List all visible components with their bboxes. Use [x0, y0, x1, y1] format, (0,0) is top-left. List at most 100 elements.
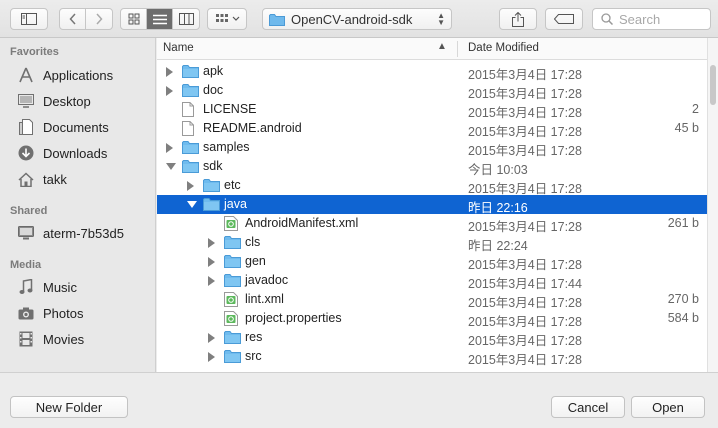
sidebar-toggle-button[interactable] [10, 8, 48, 30]
sidebar-item-label: Downloads [43, 145, 108, 161]
disclosure-open-icon[interactable] [187, 201, 197, 208]
column-header-name[interactable]: Name [163, 42, 194, 54]
sidebar-item-aterm[interactable]: aterm-7b53d5 [16, 223, 124, 243]
open-button[interactable]: Open [631, 396, 705, 418]
disclosure-closed-icon[interactable] [208, 238, 215, 248]
folder-row[interactable]: doc 2015年3月4日 17:28 [157, 81, 707, 101]
icon-view-button[interactable] [121, 9, 147, 29]
search-icon [601, 13, 613, 25]
view-mode-control [120, 8, 200, 30]
file-name: project.properties [245, 311, 342, 325]
file-date: 2015年3月4日 17:28 [468, 353, 582, 367]
sidebar-item-photos[interactable]: Photos [16, 303, 83, 323]
folder-icon [224, 331, 241, 344]
disclosure-closed-icon[interactable] [187, 181, 194, 191]
file-size: 270 b [667, 292, 699, 306]
folder-icon [203, 179, 220, 192]
chevron-down-icon [232, 16, 239, 21]
columns-icon [178, 13, 194, 25]
file-name: LICENSE [203, 102, 257, 116]
chevron-left-icon [68, 13, 76, 25]
folder-icon [224, 255, 241, 268]
disclosure-closed-icon[interactable] [166, 67, 173, 77]
sidebar-item-documents[interactable]: Documents [16, 117, 109, 137]
file-row[interactable]: LICENSE 2015年3月4日 17:28 2 [157, 100, 707, 120]
folder-icon [182, 141, 199, 154]
list-icon [152, 14, 167, 24]
new-folder-button[interactable]: New Folder [10, 396, 128, 418]
column-separator[interactable] [457, 41, 458, 57]
sort-ascending-icon: ▲ [437, 41, 447, 52]
file-name: samples [203, 140, 250, 154]
disclosure-closed-icon[interactable] [208, 352, 215, 362]
sidebar-item-movies[interactable]: Movies [16, 329, 84, 349]
folder-icon [203, 198, 220, 211]
column-header-date[interactable]: Date Modified [468, 42, 539, 54]
file-name: cls [245, 235, 261, 249]
folder-row[interactable]: src 2015年3月4日 17:28 [157, 347, 707, 367]
search-field[interactable]: Search [592, 8, 711, 30]
file-name: AndroidManifest.xml [245, 216, 359, 230]
folder-row[interactable]: res 2015年3月4日 17:28 [157, 328, 707, 348]
sidebar-item-applications[interactable]: Applications [16, 65, 113, 85]
share-button[interactable] [499, 8, 537, 30]
chevron-right-icon [96, 13, 103, 25]
sidebar-section-favorites: Favorites [10, 46, 59, 58]
file-row[interactable]: lint.xml 2015年3月4日 17:28 270 b [157, 290, 707, 310]
folder-icon [182, 65, 199, 78]
sidebar-section-shared: Shared [10, 205, 48, 217]
file-row[interactable]: project.properties 2015年3月4日 17:28 584 b [157, 309, 707, 329]
folder-row[interactable]: cls 昨日 22:24 [157, 233, 707, 253]
applications-icon [16, 66, 36, 84]
sidebar-section-media: Media [10, 259, 42, 271]
tags-button[interactable] [545, 8, 583, 30]
vertical-scroll-thumb[interactable] [710, 65, 716, 105]
folder-icon [182, 84, 199, 97]
toolbar: OpenCV-android-sdk ▲ ▼ Search [0, 0, 718, 38]
sidebar-item-label: Documents [43, 119, 109, 135]
file-name: javadoc [245, 273, 289, 287]
disclosure-closed-icon[interactable] [208, 257, 215, 267]
sidebar: Favorites Applications Desktop Documents… [0, 38, 156, 372]
back-button[interactable] [60, 9, 86, 29]
disclosure-open-icon[interactable] [166, 163, 176, 170]
file-name: sdk [203, 159, 223, 173]
sidebar-item-takk[interactable]: takk [16, 169, 67, 189]
file-name: doc [203, 83, 224, 97]
column-view-button[interactable] [173, 9, 199, 29]
file-size: 261 b [667, 216, 699, 230]
sidebar-item-music[interactable]: Music [16, 277, 77, 297]
folder-row[interactable]: etc 2015年3月4日 17:28 [157, 176, 707, 196]
xml-file-icon [224, 292, 238, 307]
folder-row[interactable]: java 昨日 22:16 [157, 195, 707, 215]
file-list: Name ▲ Date Modified apk 2015年3月4日 17:28 d… [157, 38, 707, 381]
folder-row[interactable]: samples 2015年3月4日 17:28 [157, 138, 707, 158]
sidebar-item-label: takk [43, 171, 67, 187]
folder-row[interactable]: sdk 今日 10:03 [157, 157, 707, 177]
forward-button[interactable] [86, 9, 112, 29]
sidebar-item-label: Photos [43, 305, 84, 321]
file-name: README.android [203, 121, 302, 135]
back-forward-control [59, 8, 113, 30]
folder-row[interactable]: gen 2015年3月4日 17:28 [157, 252, 707, 272]
arrange-menu-button[interactable] [207, 8, 247, 30]
list-view-button[interactable] [147, 9, 173, 29]
sidebar-item-desktop[interactable]: Desktop [16, 91, 91, 111]
bottom-bar: New Folder Cancel Open [0, 372, 718, 428]
location-popup[interactable]: OpenCV-android-sdk ▲ ▼ [262, 8, 452, 30]
sidebar-item-downloads[interactable]: Downloads [16, 143, 107, 163]
file-row[interactable]: README.android 2015年3月4日 17:28 45 b [157, 119, 707, 139]
xml-file-icon [224, 216, 238, 231]
xml-file-icon [224, 311, 238, 326]
disclosure-closed-icon[interactable] [208, 333, 215, 343]
disclosure-closed-icon[interactable] [166, 86, 173, 96]
folder-row[interactable]: apk 2015年3月4日 17:28 [157, 62, 707, 82]
disclosure-closed-icon[interactable] [208, 276, 215, 286]
file-name: res [245, 330, 263, 344]
file-row[interactable]: AndroidManifest.xml 2015年3月4日 17:28 261 b [157, 214, 707, 234]
disclosure-closed-icon[interactable] [166, 143, 173, 153]
grid-icon [128, 13, 139, 25]
home-icon [16, 170, 36, 188]
folder-row[interactable]: javadoc 2015年3月4日 17:44 [157, 271, 707, 291]
cancel-button[interactable]: Cancel [551, 396, 625, 418]
